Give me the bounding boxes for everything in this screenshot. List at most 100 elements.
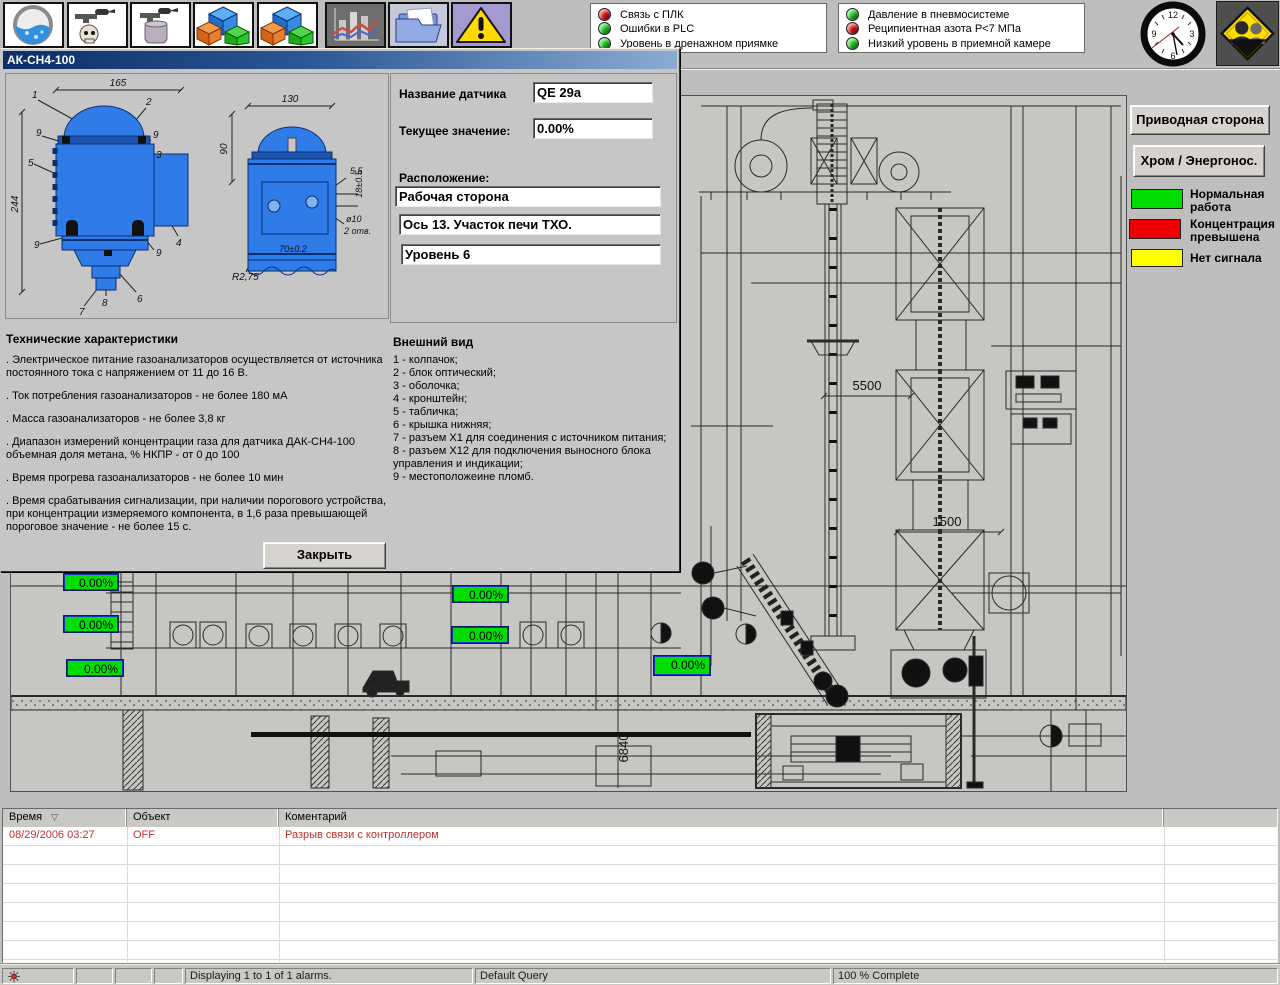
callout-9: 9 bbox=[156, 248, 162, 259]
appearance-item: 3 - оболочка; bbox=[393, 380, 675, 393]
operators-icon[interactable] bbox=[1216, 1, 1279, 66]
methane-sensor-value[interactable]: 0.00% bbox=[64, 574, 118, 590]
location-field-2[interactable]: Ось 13. Участок печи ТХО. bbox=[399, 214, 661, 235]
chrome-energy-button[interactable]: Хром / Энергонос. bbox=[1133, 145, 1265, 177]
clock-numeral: 3 bbox=[1189, 29, 1194, 39]
legend-nosignal-swatch bbox=[1131, 249, 1183, 267]
callout-8: 8 bbox=[102, 298, 108, 309]
led-row: Давление в пневмосистеме bbox=[846, 8, 1009, 21]
sensor-name-field[interactable]: QE 29a bbox=[533, 82, 653, 103]
legend-nosignal-label: Нет сигнала bbox=[1190, 252, 1262, 265]
legend-label-line: превышена bbox=[1190, 230, 1259, 244]
close-button[interactable]: Закрыть bbox=[263, 542, 386, 569]
tech-item: . Электрическое питание газоанализаторов… bbox=[6, 354, 388, 380]
callout-1: 1 bbox=[32, 90, 38, 101]
callout-7: 7 bbox=[79, 307, 85, 316]
alarm-row[interactable]: 08/29/2006 03:27 OFF Разрыв связи с конт… bbox=[3, 827, 1277, 845]
alarm-status-cell bbox=[2, 968, 74, 984]
column-header-time[interactable]: Время ▽ bbox=[3, 809, 127, 826]
appearance-item: 9 - местоположеине пломб. bbox=[393, 471, 675, 484]
column-divider bbox=[1164, 827, 1165, 962]
alarms-count-status: Displaying 1 to 1 of 1 alarms. bbox=[185, 968, 473, 984]
alarm-comment: Разрыв связи с контроллером bbox=[285, 829, 439, 841]
materials-cubes-2-icon[interactable] bbox=[257, 2, 318, 48]
appearance-legend: Внешний вид 1 - колпачок; 2 - блок оптич… bbox=[393, 335, 675, 484]
alarm-time: 08/29/2006 03:27 bbox=[9, 829, 95, 841]
water-tank-icon[interactable] bbox=[3, 2, 64, 48]
column-divider bbox=[127, 827, 128, 962]
sensor-dialog: АК-СН4-100 bbox=[0, 48, 680, 572]
methane-sensor-value[interactable]: 0.00% bbox=[453, 586, 508, 602]
dialog-titlebar[interactable]: АК-СН4-100 bbox=[3, 51, 677, 69]
current-value-field[interactable]: 0.00% bbox=[533, 118, 653, 139]
toxic-gas-icon[interactable] bbox=[67, 2, 128, 48]
led-indicator bbox=[598, 8, 611, 21]
dim-244: 244 bbox=[10, 195, 21, 213]
location-label: Расположение: bbox=[399, 171, 489, 185]
sort-descending-icon: ▽ bbox=[51, 812, 58, 822]
legend-label-line: Нормальная bbox=[1190, 187, 1264, 201]
sensor-name-label: Название датчика bbox=[399, 87, 506, 101]
materials-cubes-icon[interactable] bbox=[193, 2, 254, 48]
led-label: Ошибки в PLC bbox=[620, 23, 694, 35]
callout-9: 9 bbox=[34, 240, 40, 251]
appearance-item: 6 - крышка нижняя; bbox=[393, 419, 675, 432]
status-cell-empty bbox=[115, 968, 152, 984]
appearance-item: 8 - разъем Х12 для подключения выносного… bbox=[393, 445, 675, 471]
alarm-table-header: Время ▽ Объект Коментарий bbox=[3, 809, 1277, 828]
current-value-label: Текущее значение: bbox=[399, 124, 510, 138]
column-header-comment[interactable]: Коментарий bbox=[279, 809, 1164, 826]
dim-165: 165 bbox=[110, 78, 127, 89]
methane-sensor-value[interactable]: 0.00% bbox=[654, 656, 710, 675]
column-header-label: Время bbox=[9, 811, 42, 823]
appearance-item: 2 - блок оптический; bbox=[393, 367, 675, 380]
drive-side-button[interactable]: Приводная сторона bbox=[1130, 105, 1270, 135]
query-status: Default Query bbox=[475, 968, 831, 984]
callout-6: 6 bbox=[137, 294, 143, 305]
led-indicator bbox=[598, 22, 611, 35]
tech-item: . Время прогрева газоанализаторов - не б… bbox=[6, 472, 388, 485]
column-header-label: Объект bbox=[133, 811, 170, 823]
dim-130: 130 bbox=[282, 94, 299, 105]
led-label: Низкий уровень в приемной камере bbox=[868, 38, 1051, 50]
dim-5500: 5500 bbox=[853, 378, 882, 393]
gas-analyzer-drawing: 165 244 130 90 5,5 18±0.5 70±0.2 ø10 2 о… bbox=[6, 74, 386, 316]
tech-item: . Время срабатывания сигнализации, при н… bbox=[6, 495, 388, 534]
column-divider bbox=[279, 827, 280, 962]
alarm-warning-icon[interactable] bbox=[451, 2, 512, 48]
appearance-item: 5 - табличка; bbox=[393, 406, 675, 419]
sensor-info-panel: Название датчика QE 29a Текущее значение… bbox=[390, 73, 677, 323]
methane-sensor-value[interactable]: 0.00% bbox=[64, 616, 118, 632]
analog-clock: 12 3 6 9 bbox=[1138, 1, 1208, 67]
alarm-table: Время ▽ Объект Коментарий 08/29/2006 03:… bbox=[2, 808, 1278, 963]
callout-2: 2 bbox=[145, 97, 152, 108]
alarm-bell-icon bbox=[7, 970, 21, 983]
dim-18: 18±0.5 bbox=[354, 169, 364, 197]
callout-3: 3 bbox=[156, 150, 162, 161]
column-header-object[interactable]: Объект bbox=[127, 809, 279, 826]
appearance-item: 1 - колпачок; bbox=[393, 354, 675, 367]
clock-numeral: 12 bbox=[1168, 10, 1178, 20]
location-field-1[interactable]: Рабочая сторона bbox=[395, 186, 661, 207]
led-indicator bbox=[846, 37, 859, 50]
location-field-3[interactable]: Уровень 6 bbox=[401, 244, 661, 265]
appearance-title: Внешний вид bbox=[393, 335, 675, 349]
status-cell-empty bbox=[76, 968, 113, 984]
reports-folder-icon[interactable] bbox=[388, 2, 449, 48]
clock-numeral: 6 bbox=[1170, 51, 1175, 61]
tech-title: Технические характеристики bbox=[6, 332, 388, 346]
methane-sensor-value[interactable]: 0.00% bbox=[452, 627, 508, 643]
process-status-panel: Давление в пневмосистеме Реципиентная аз… bbox=[838, 3, 1085, 53]
led-label: Связь с ПЛК bbox=[620, 9, 684, 21]
dim-holes: 2 отв. bbox=[343, 226, 371, 236]
dim-90: 90 bbox=[219, 143, 230, 155]
alarm-object: OFF bbox=[133, 829, 155, 841]
trends-chart-icon[interactable] bbox=[325, 2, 386, 48]
alarm-table-body[interactable]: 08/29/2006 03:27 OFF Разрыв связи с конт… bbox=[3, 827, 1277, 962]
callout-9: 9 bbox=[153, 130, 159, 141]
methane-sensor-value[interactable]: 0.00% bbox=[67, 660, 123, 676]
led-row: Реципиентная азота Р<7 МПа bbox=[846, 22, 1021, 35]
callout-5: 5 bbox=[28, 158, 34, 169]
dim-d10: ø10 bbox=[346, 214, 362, 224]
gas-valve-icon[interactable] bbox=[130, 2, 191, 48]
